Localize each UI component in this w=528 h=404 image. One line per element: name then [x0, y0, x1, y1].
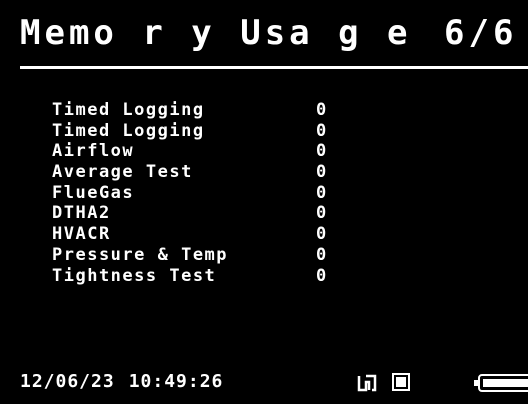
list-item: Timed Logging 0 — [52, 100, 352, 121]
item-value: 0 — [316, 265, 328, 286]
item-label: Tightness Test — [52, 265, 217, 286]
item-value: 0 — [316, 224, 328, 245]
item-value: 0 — [316, 182, 328, 203]
item-label: Average Test — [52, 162, 193, 183]
item-value: 0 — [316, 162, 328, 183]
item-label: Timed Logging — [52, 120, 205, 141]
item-value: 0 — [316, 203, 328, 224]
list-item: Airflow 0 — [52, 141, 352, 162]
status-date: 12/06/23 — [20, 371, 115, 392]
item-label: Timed Logging — [52, 100, 205, 120]
item-label: HVACR — [52, 224, 111, 245]
connection-icon — [357, 374, 377, 392]
page-indicator: 6/6 — [444, 13, 518, 53]
list-item: DTHA2 0 — [52, 203, 352, 224]
item-label: FlueGas — [52, 182, 135, 203]
list-item: Tightness Test 0 — [52, 266, 352, 287]
title-divider — [20, 66, 528, 69]
item-label: DTHA2 — [52, 203, 111, 224]
status-time: 10:49:26 — [128, 371, 224, 392]
item-label: Airflow — [52, 141, 135, 162]
item-value: 0 — [316, 244, 328, 265]
datetime-readout: 12/06/23 10:49:26 — [20, 372, 223, 392]
list-item: Timed Logging 0 — [52, 121, 352, 142]
device-screen: Memo r y Usa g e 6/6 Timed Logging 0 Tim… — [0, 0, 528, 404]
list-item: FlueGas 0 — [52, 183, 352, 204]
battery-level-fill — [483, 379, 528, 387]
list-item: HVACR 0 — [52, 224, 352, 245]
item-label: Pressure & Temp — [52, 244, 229, 265]
memory-card-icon — [392, 373, 410, 391]
item-value: 0 — [316, 141, 328, 162]
list-item: Average Test 0 — [52, 162, 352, 183]
list-item: Pressure & Temp 0 — [52, 245, 352, 266]
battery-icon — [474, 374, 528, 392]
item-value: 0 — [316, 100, 328, 120]
item-value: 0 — [316, 120, 328, 141]
memory-usage-list: Timed Logging 0 Timed Logging 0 Airflow … — [52, 100, 352, 286]
page-title: Memo r y Usa g e — [20, 13, 412, 53]
status-bar: 12/06/23 10:49:26 — [0, 364, 528, 404]
